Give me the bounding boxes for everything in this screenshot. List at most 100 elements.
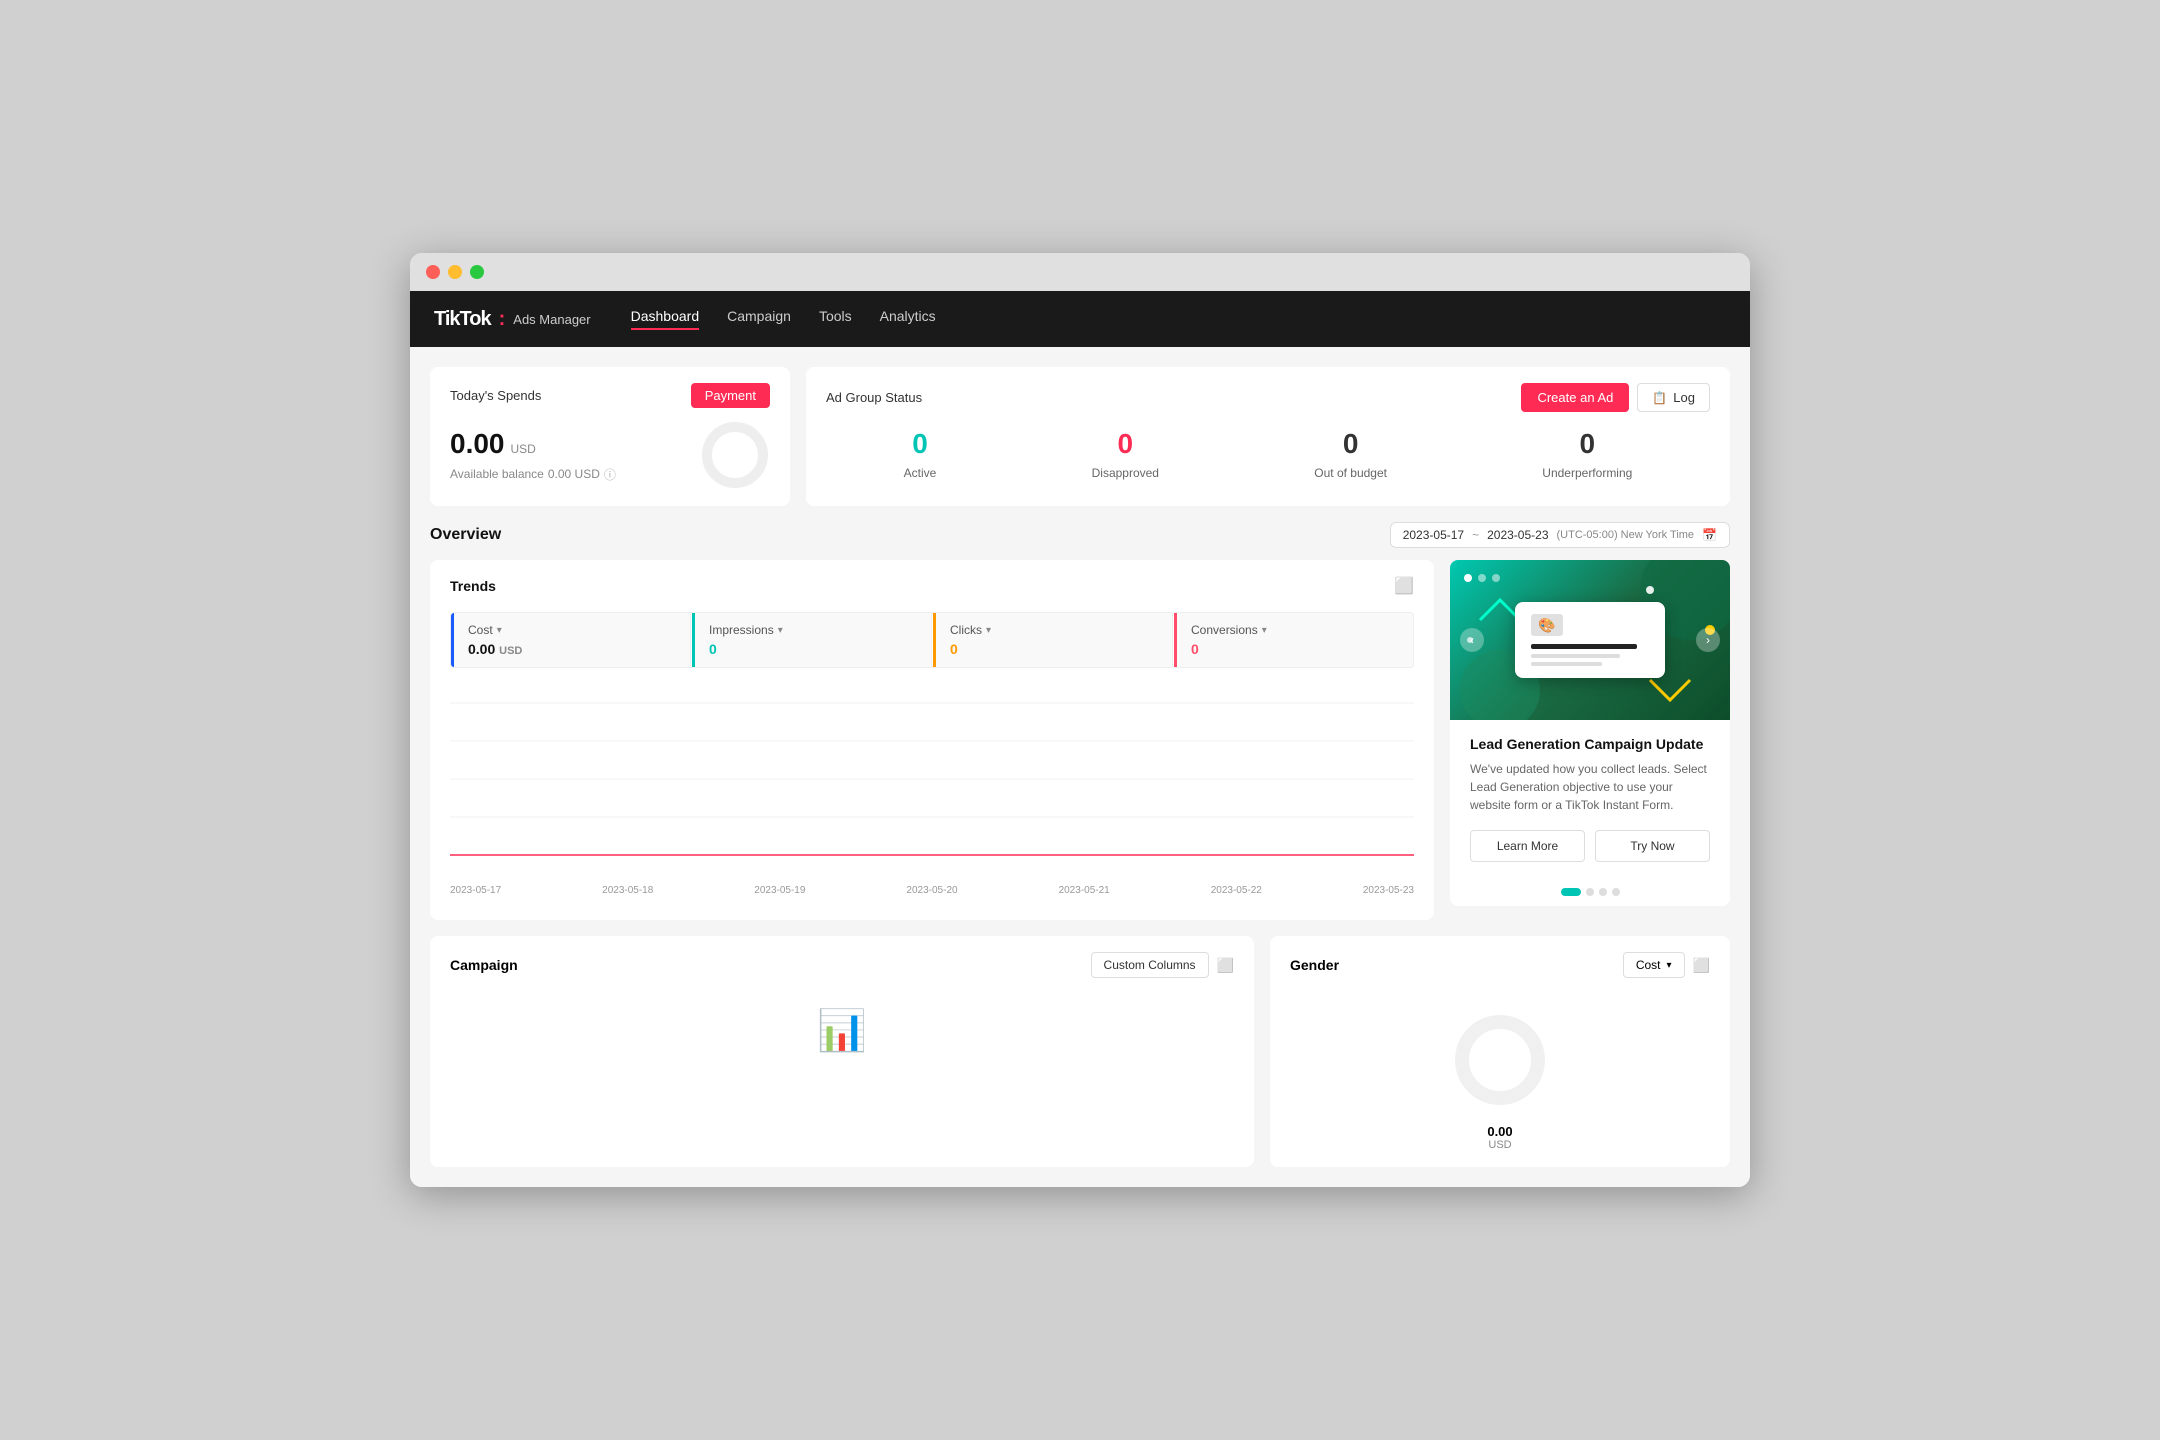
x-label-6: 2023-05-23 — [1363, 885, 1414, 896]
spend-card: Today's Spends Payment 0.00 USD Availabl… — [430, 367, 790, 506]
carousel-dot-2[interactable] — [1599, 888, 1607, 896]
gender-actions: Cost ▾ ⬜ — [1623, 952, 1710, 978]
window-dot-2 — [1478, 574, 1486, 582]
status-title: Ad Group Status — [826, 390, 922, 405]
promo-actions: Learn More Try Now — [1470, 830, 1710, 862]
promo-card: 🎨 ‹ › — [1450, 560, 1730, 906]
content-row: Trends ⬜ Cost ▾ 0.00 USD — [430, 560, 1730, 920]
gender-chart: 0.00 USD — [1290, 990, 1710, 1151]
under-label: Underperforming — [1542, 466, 1632, 480]
spend-text: 0.00 USD Available balance 0.00 USD ⓘ — [450, 428, 700, 483]
cost-dropdown-chevron: ▾ — [1667, 960, 1672, 971]
main-content: Today's Spends Payment 0.00 USD Availabl… — [410, 347, 1750, 1187]
x-label-2: 2023-05-19 — [754, 885, 805, 896]
x-label-3: 2023-05-20 — [906, 885, 957, 896]
close-dot[interactable] — [426, 265, 440, 279]
conversions-label: Conversions ▾ — [1191, 623, 1399, 637]
minimize-dot[interactable] — [448, 265, 462, 279]
status-header: Ad Group Status Create an Ad 📋 Log — [826, 383, 1710, 412]
campaign-card: Campaign Custom Columns ⬜ 📊 — [430, 936, 1254, 1167]
balance-label: Available balance — [450, 467, 544, 481]
nav-links: Dashboard Campaign Tools Analytics — [631, 308, 936, 330]
cost-label: Cost ▾ — [468, 623, 676, 637]
spend-header: Today's Spends Payment — [450, 383, 770, 408]
x-label-4: 2023-05-21 — [1059, 885, 1110, 896]
metrics-row: Cost ▾ 0.00 USD Impressions ▾ 0 — [450, 612, 1414, 668]
overview-title: Overview — [430, 526, 501, 544]
custom-columns-button[interactable]: Custom Columns — [1091, 952, 1209, 978]
carousel-prev-button[interactable]: ‹ — [1460, 628, 1484, 652]
metric-cost: Cost ▾ 0.00 USD — [451, 613, 691, 667]
cost-chevron[interactable]: ▾ — [497, 625, 502, 636]
cost-unit: USD — [499, 645, 522, 657]
nav-campaign[interactable]: Campaign — [727, 308, 791, 330]
clicks-label: Clicks ▾ — [950, 623, 1158, 637]
donut-chart — [700, 420, 770, 490]
clicks-chevron[interactable]: ▾ — [986, 625, 991, 636]
mockup-line-1 — [1531, 644, 1637, 649]
carousel-dot-0[interactable] — [1561, 888, 1581, 896]
brand: TikTok : Ads Manager — [434, 308, 591, 331]
calendar-icon: 📅 — [1702, 528, 1717, 542]
date-range-picker[interactable]: 2023-05-17 ~ 2023-05-23 (UTC-05:00) New … — [1390, 522, 1730, 548]
date-separator: ~ — [1472, 528, 1479, 542]
create-ad-button[interactable]: Create an Ad — [1521, 383, 1629, 412]
learn-more-button[interactable]: Learn More — [1470, 830, 1585, 862]
log-button[interactable]: 📋 Log — [1637, 383, 1710, 412]
budget-label: Out of budget — [1314, 466, 1387, 480]
trends-title: Trends — [450, 578, 496, 594]
custom-columns-label: Custom Columns — [1104, 958, 1196, 972]
carousel-next-button[interactable]: › — [1696, 628, 1720, 652]
status-actions: Create an Ad 📋 Log — [1521, 383, 1710, 412]
promo-title: Lead Generation Campaign Update — [1470, 736, 1710, 752]
window-dot-1 — [1464, 574, 1472, 582]
export-campaign-icon[interactable]: ⬜ — [1217, 957, 1234, 974]
overview-header: Overview 2023-05-17 ~ 2023-05-23 (UTC-05… — [430, 522, 1730, 548]
metric-clicks: Clicks ▾ 0 — [933, 613, 1173, 667]
nav-dashboard[interactable]: Dashboard — [631, 308, 700, 330]
trends-header: Trends ⬜ — [450, 576, 1414, 596]
gender-donut-container — [1290, 990, 1710, 1120]
status-underperforming: 0 Underperforming — [1542, 428, 1632, 480]
gender-cost-value: 0.00 — [1290, 1124, 1710, 1139]
promo-description: We've updated how you collect leads. Sel… — [1470, 760, 1710, 814]
nav-tools[interactable]: Tools — [819, 308, 852, 330]
gender-title: Gender — [1290, 957, 1339, 973]
bottom-row: Campaign Custom Columns ⬜ 📊 Gender — [430, 936, 1730, 1167]
impressions-chevron[interactable]: ▾ — [778, 625, 783, 636]
gender-cost-label: USD — [1290, 1139, 1710, 1151]
spend-title: Today's Spends — [450, 388, 541, 403]
promo-image: 🎨 ‹ › — [1450, 560, 1730, 720]
gender-donut — [1450, 1010, 1550, 1110]
mockup-icon: 🎨 — [1531, 614, 1563, 636]
metric-impressions: Impressions ▾ 0 — [692, 613, 932, 667]
cost-dropdown[interactable]: Cost ▾ — [1623, 952, 1685, 978]
impressions-label: Impressions ▾ — [709, 623, 917, 637]
top-row: Today's Spends Payment 0.00 USD Availabl… — [430, 367, 1730, 506]
window-dots — [1464, 574, 1500, 582]
navbar: TikTok : Ads Manager Dashboard Campaign … — [410, 291, 1750, 347]
right-sidebar: 🎨 ‹ › — [1450, 560, 1730, 920]
cost-value: 0.00 USD — [468, 641, 676, 657]
campaign-actions: Custom Columns ⬜ — [1091, 952, 1234, 978]
ads-manager-label: Ads Manager — [513, 312, 590, 327]
cost-dropdown-label: Cost — [1636, 958, 1661, 972]
promo-content: Lead Generation Campaign Update We've up… — [1450, 720, 1730, 878]
maximize-dot[interactable] — [470, 265, 484, 279]
chart-area: 2023-05-17 2023-05-18 2023-05-19 2023-05… — [450, 684, 1414, 904]
conversions-chevron[interactable]: ▾ — [1262, 625, 1267, 636]
gender-donut-svg — [1450, 1010, 1550, 1110]
nav-analytics[interactable]: Analytics — [880, 308, 936, 330]
impressions-value: 0 — [709, 641, 917, 657]
try-now-button[interactable]: Try Now — [1595, 830, 1710, 862]
mockup-card: 🎨 — [1515, 602, 1665, 678]
carousel-dot-1[interactable] — [1586, 888, 1594, 896]
export-icon[interactable]: ⬜ — [1394, 576, 1414, 596]
payment-button[interactable]: Payment — [691, 383, 770, 408]
export-gender-icon[interactable]: ⬜ — [1693, 957, 1710, 974]
carousel-dot-3[interactable] — [1612, 888, 1620, 896]
spend-amount: 0.00 USD — [450, 428, 700, 460]
info-icon: ⓘ — [604, 466, 616, 483]
status-items: 0 Active 0 Disapproved 0 Out of budget 0… — [826, 428, 1710, 480]
x-label-0: 2023-05-17 — [450, 885, 501, 896]
